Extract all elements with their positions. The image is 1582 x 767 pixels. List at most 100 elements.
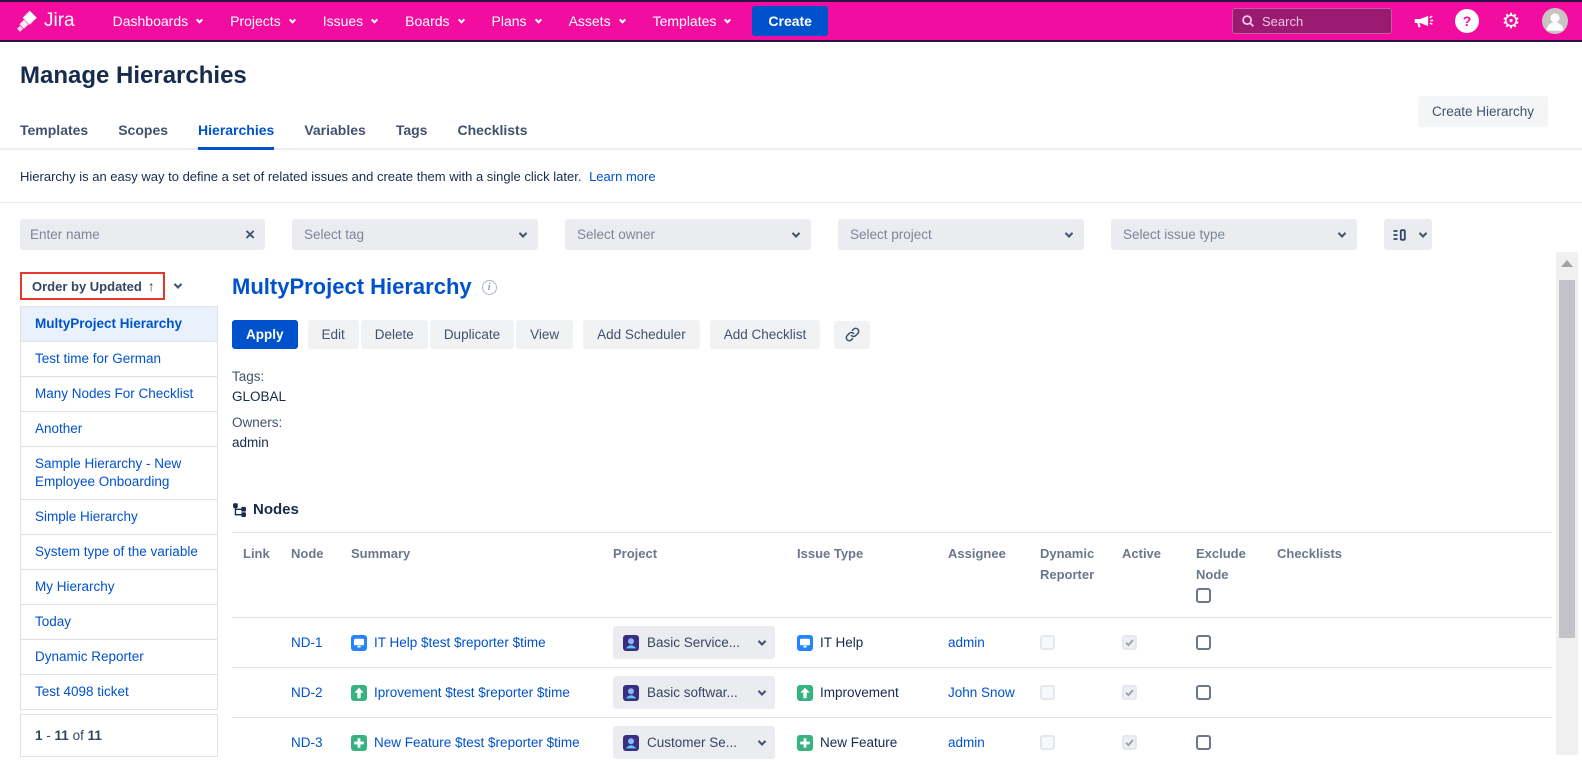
summary-link[interactable]: New Feature $test $reporter $time — [374, 735, 580, 750]
add-scheduler-button[interactable]: Add Scheduler — [583, 320, 700, 349]
board-view-icon — [1391, 227, 1407, 243]
search-input[interactable] — [1262, 14, 1372, 29]
vertical-scrollbar[interactable] — [1556, 252, 1578, 755]
chevron-down-icon — [371, 16, 378, 23]
hierarchy-list-item[interactable]: MultyProject Hierarchy — [21, 307, 217, 342]
brand-label: Jira — [44, 10, 75, 32]
filter-select-owner[interactable]: Select owner — [565, 219, 811, 250]
hierarchy-list-item[interactable]: System type of the variable — [21, 535, 217, 570]
exclude-node-checkbox[interactable] — [1196, 685, 1211, 700]
nav-item-projects[interactable]: Projects — [218, 7, 307, 35]
scroll-up-arrow-icon[interactable] — [1561, 260, 1573, 267]
tab-tags[interactable]: Tags — [396, 114, 428, 148]
hierarchy-list-item[interactable]: Today — [21, 605, 217, 640]
column-header-dynamic-reporter: Dynamic Reporter — [1040, 543, 1122, 585]
nav-item-assets[interactable]: Assets — [557, 7, 637, 35]
assignee-link[interactable]: admin — [948, 735, 985, 750]
filter-select-issue-type[interactable]: Select issue type — [1111, 219, 1357, 250]
tab-checklists[interactable]: Checklists — [457, 114, 527, 148]
duplicate-button[interactable]: Duplicate — [430, 320, 514, 349]
nav-item-boards[interactable]: Boards — [393, 7, 475, 35]
hierarchy-list-item[interactable]: My Hierarchy — [21, 570, 217, 605]
gear-icon: ⚙ — [1502, 11, 1521, 32]
tab-templates[interactable]: Templates — [20, 114, 88, 148]
tab-variables[interactable]: Variables — [304, 114, 366, 148]
megaphone-icon — [1412, 10, 1434, 32]
node-link[interactable]: ND-3 — [291, 735, 323, 750]
chevron-down-icon — [758, 737, 766, 745]
tab-scopes[interactable]: Scopes — [118, 114, 168, 148]
view-button[interactable]: View — [516, 320, 573, 349]
jira-logo[interactable]: Jira — [14, 8, 75, 34]
chevron-down-icon — [758, 637, 766, 645]
search-box[interactable] — [1232, 8, 1392, 34]
name-filter: × — [20, 219, 265, 250]
user-avatar[interactable] — [1542, 8, 1568, 34]
learn-more-link[interactable]: Learn more — [589, 169, 655, 184]
node-link[interactable]: ND-1 — [291, 635, 323, 650]
filter-select-tag[interactable]: Select tag — [292, 219, 538, 250]
hierarchy-list-item[interactable]: Test 4098 ticket — [21, 675, 217, 709]
page-total: 11 — [88, 728, 102, 743]
hierarchy-list-item[interactable]: Test time for German — [21, 342, 217, 377]
hierarchy-list-item[interactable]: Another — [21, 412, 217, 447]
name-filter-input[interactable] — [30, 227, 245, 242]
table-body: ND-1 IT Help $test $reporter $time Basic… — [232, 617, 1552, 767]
project-avatar — [623, 685, 639, 701]
add-checklist-button[interactable]: Add Checklist — [710, 320, 821, 349]
order-by-label: Order by Updated — [32, 279, 142, 294]
hierarchy-list-item[interactable]: Simple Hierarchy — [21, 500, 217, 535]
issue-type-label: Improvement — [820, 685, 899, 700]
project-dropdown[interactable]: Basic Service... — [613, 626, 775, 659]
node-link[interactable]: ND-2 — [291, 685, 323, 700]
summary-link[interactable]: IT Help $test $reporter $time — [374, 635, 546, 650]
settings-button[interactable]: ⚙ — [1498, 8, 1524, 34]
chevron-down-icon — [535, 16, 542, 23]
summary-link[interactable]: Iprovement $test $reporter $time — [374, 685, 570, 700]
edit-button[interactable]: Edit — [308, 320, 359, 349]
chevron-down-icon — [1065, 229, 1073, 237]
delete-button[interactable]: Delete — [361, 320, 428, 349]
copy-link-button[interactable] — [834, 321, 870, 349]
apply-button[interactable]: Apply — [232, 320, 298, 349]
nav-item-plans[interactable]: Plans — [480, 7, 553, 35]
tabs-row: Templates Scopes Hierarchies Variables Tags C… — [0, 114, 1582, 150]
nav-item-issues[interactable]: Issues — [311, 7, 389, 35]
exclude-node-checkbox[interactable] — [1196, 735, 1211, 750]
create-hierarchy-button[interactable]: Create Hierarchy — [1418, 96, 1548, 127]
it-help-icon — [797, 635, 813, 651]
hierarchy-list-item[interactable]: Sample Hierarchy - New Employee Onboardi… — [21, 447, 217, 500]
scrollbar-thumb[interactable] — [1559, 280, 1575, 638]
project-dropdown[interactable]: Customer Se... — [613, 726, 775, 759]
info-icon[interactable]: i — [482, 280, 497, 295]
hierarchy-list-item[interactable]: Many Nodes For Checklist — [21, 377, 217, 412]
nodes-tree-icon — [232, 502, 247, 517]
hierarchy-list-item[interactable]: Dynamic Reporter — [21, 640, 217, 675]
nav-item-templates[interactable]: Templates — [641, 7, 743, 35]
assignee-link[interactable]: admin — [948, 635, 985, 650]
dynamic-reporter-checkbox — [1040, 735, 1055, 750]
help-icon: ? — [1455, 9, 1479, 33]
exclude-all-checkbox[interactable] — [1196, 588, 1211, 603]
filter-select-project[interactable]: Select project — [838, 219, 1084, 250]
filters-bar: × Select tag Select owner Select project Se… — [0, 203, 1582, 250]
sort-ascending-icon: ↑ — [148, 278, 155, 294]
help-button[interactable]: ? — [1454, 8, 1480, 34]
create-button[interactable]: Create — [752, 6, 828, 36]
tab-hierarchies[interactable]: Hierarchies — [198, 114, 274, 148]
top-navigation: Jira DashboardsProjectsIssuesBoardsPlans… — [0, 0, 1582, 42]
order-by-button[interactable]: Order by Updated ↑ — [20, 272, 165, 300]
active-checkbox — [1122, 685, 1137, 700]
chevron-down-icon — [758, 687, 766, 695]
exclude-node-checkbox[interactable] — [1196, 635, 1211, 650]
project-dropdown[interactable]: Basic softwar... — [613, 676, 775, 709]
page-range-start: 1 — [35, 728, 43, 743]
column-header-assignee: Assignee — [948, 543, 1040, 564]
announcements-button[interactable] — [1410, 8, 1436, 34]
view-toggle-button[interactable] — [1384, 219, 1432, 250]
assignee-link[interactable]: John Snow — [948, 685, 1015, 700]
nav-item-dashboards[interactable]: Dashboards — [101, 7, 215, 35]
new-feature-icon — [351, 735, 367, 751]
order-by-chevron-icon[interactable] — [174, 280, 182, 288]
clear-name-icon[interactable]: × — [245, 226, 255, 243]
